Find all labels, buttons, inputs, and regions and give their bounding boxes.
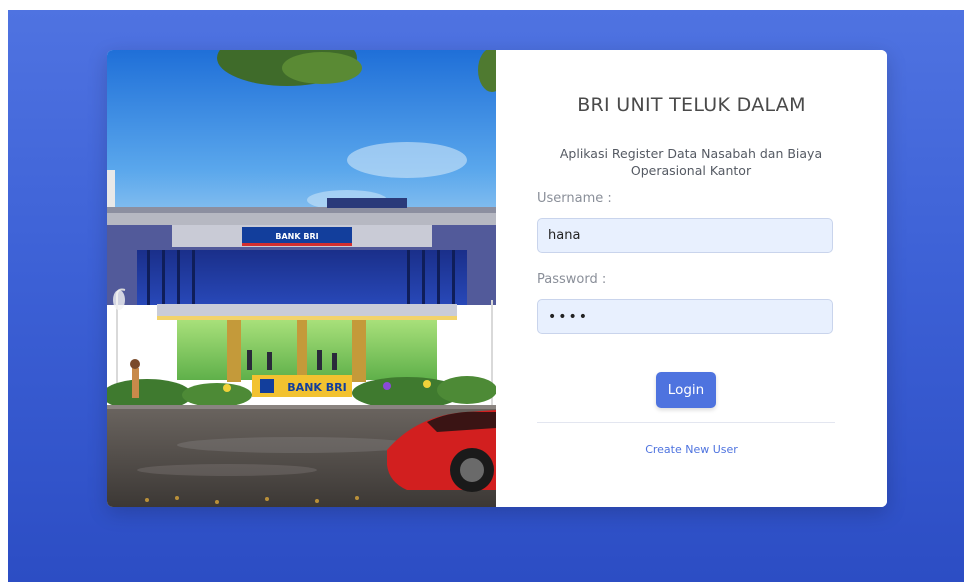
username-label: Username : (537, 191, 612, 206)
login-button[interactable]: Login (656, 372, 716, 408)
password-label: Password : (537, 272, 607, 287)
app-subtitle: Aplikasi Register Data Nasabah dan Biaya… (559, 146, 823, 178)
login-form-pane: BRI UNIT TELUK DALAM Aplikasi Register D… (496, 50, 887, 507)
bank-building-image: BANK BRI BANK BRI (107, 50, 496, 507)
main-bank-sign: BANK BRI (287, 381, 346, 394)
top-bank-sign: BANK BRI (275, 232, 318, 241)
create-new-user-link[interactable]: Create New User (496, 443, 887, 456)
form-divider (537, 422, 835, 423)
password-input[interactable] (537, 299, 833, 334)
login-card: BANK BRI BANK BRI BRI UNIT TELUK DALAM A… (107, 50, 887, 507)
username-input[interactable] (537, 218, 833, 253)
app-title: BRI UNIT TELUK DALAM (577, 94, 806, 116)
